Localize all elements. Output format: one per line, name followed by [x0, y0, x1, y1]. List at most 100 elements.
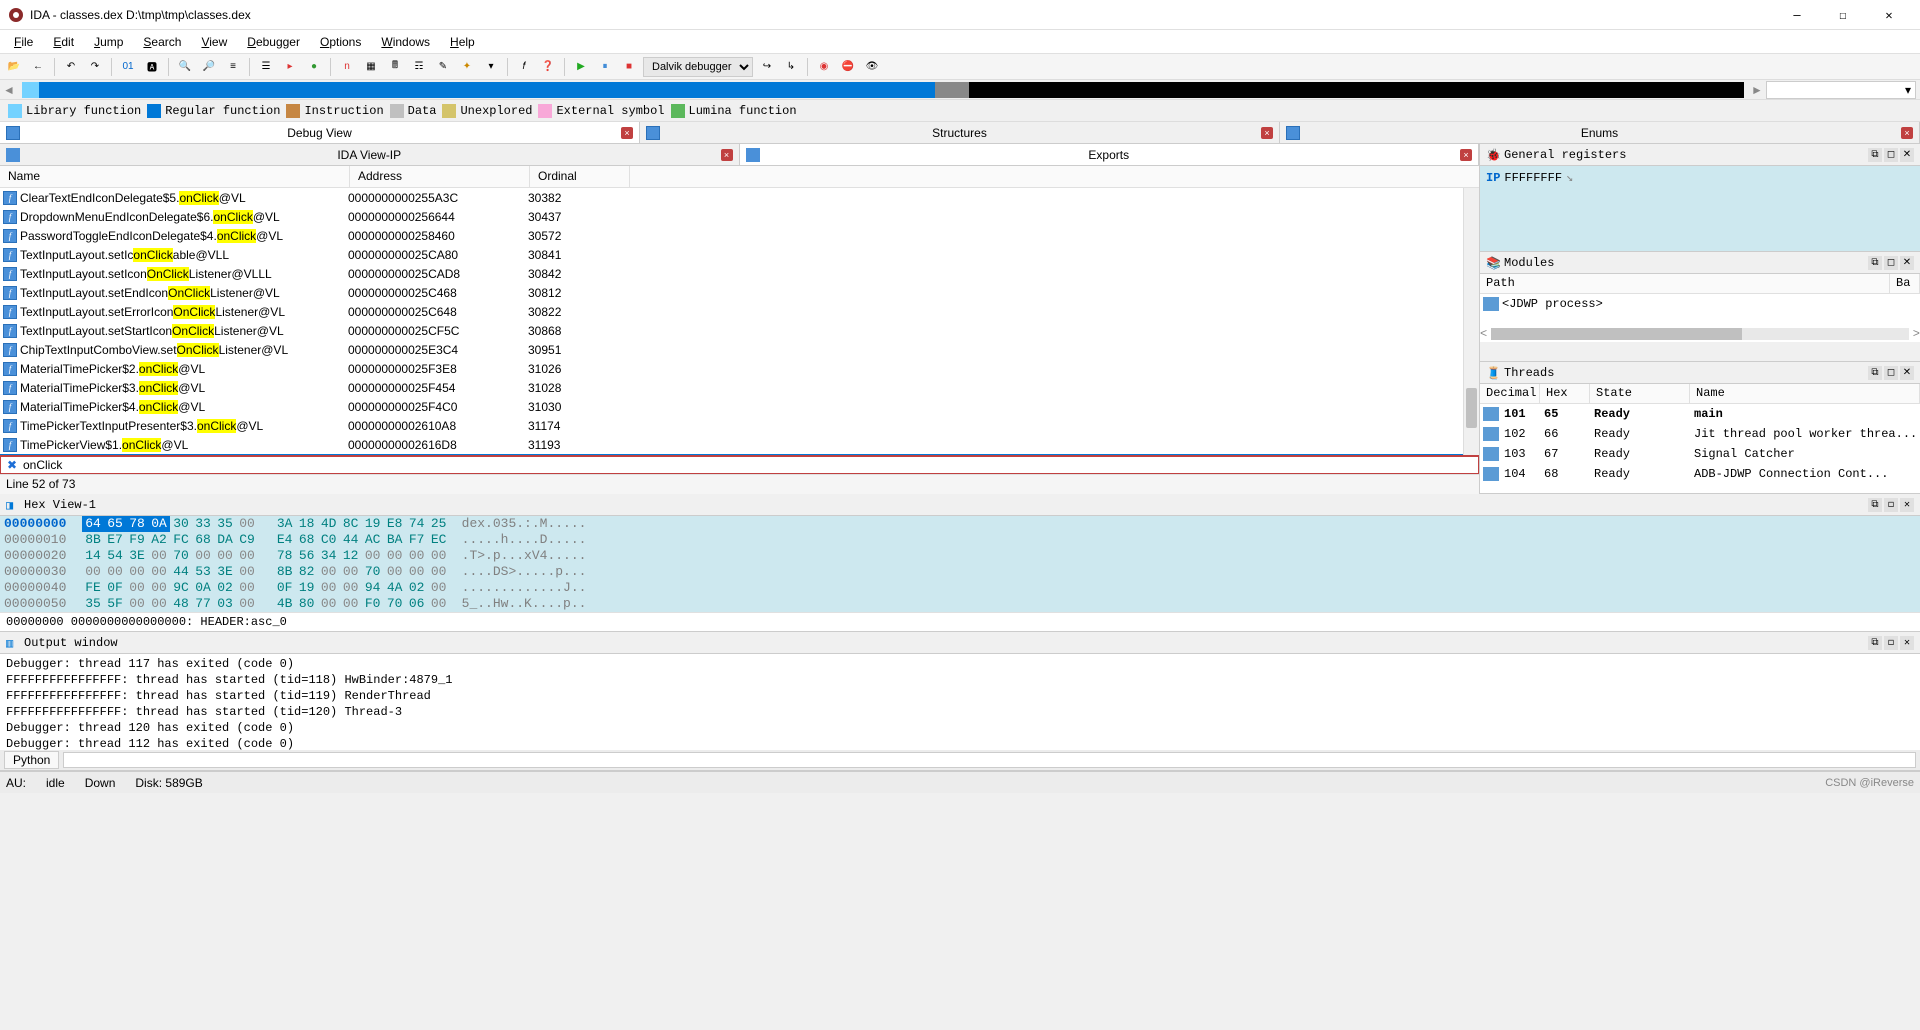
more-icon[interactable]: ▾ — [481, 57, 501, 77]
down-icon[interactable]: n — [337, 57, 357, 77]
menu-edit[interactable]: Edit — [45, 33, 82, 51]
hex-footer: 00000000 0000000000000000: HEADER:asc_0 — [0, 612, 1920, 631]
hex-body[interactable]: 00000000 6465780A30333500 3A184D8C19E874… — [0, 516, 1920, 612]
menu-windows[interactable]: Windows — [373, 33, 438, 51]
stop-icon[interactable]: ■ — [619, 57, 639, 77]
legend-item: Library function — [8, 104, 141, 118]
subtab-exports[interactable]: Exports× — [740, 144, 1480, 165]
script-icon[interactable]: 𝑓 — [514, 57, 534, 77]
close-icon[interactable]: × — [1460, 149, 1472, 161]
hex-line[interactable]: 00000020 14543E0070000000 78563412000000… — [4, 548, 1916, 564]
nav-left-icon[interactable]: ◄ — [0, 81, 18, 99]
maximize-button[interactable]: ☐ — [1820, 0, 1866, 30]
table-row[interactable]: fClearTextEndIconDelegate$5.onClick@VL00… — [0, 188, 1479, 207]
thread-icon — [1483, 467, 1499, 481]
thread-row[interactable]: 10266ReadyJit thread pool worker threa..… — [1480, 424, 1920, 444]
clear-search-icon[interactable]: ✖ — [5, 458, 19, 472]
scrollbar[interactable] — [1463, 188, 1479, 455]
table-row[interactable]: fMaterialTimePicker$4.onClick@VL00000000… — [0, 397, 1479, 416]
search-icon[interactable]: 🔎 — [199, 57, 219, 77]
step-into-icon[interactable]: ↳ — [781, 57, 801, 77]
calc-icon[interactable]: 🖩 — [385, 57, 405, 77]
list-icon[interactable]: ☶ — [409, 57, 429, 77]
modules-panel: 📚 Modules ⧉◻✕ PathBa <JDWP process> <> — [1480, 252, 1920, 362]
output-body[interactable]: Debugger: thread 117 has exited (code 0)… — [0, 654, 1920, 750]
table-row[interactable]: fMaterialTimePicker$2.onClick@VL00000000… — [0, 359, 1479, 378]
table-row[interactable]: fTextInputLayout.setEndIconOnClickListen… — [0, 283, 1479, 302]
table-row[interactable]: fTextInputLayout.setStartIconOnClickList… — [0, 321, 1479, 340]
close-icon[interactable]: × — [1261, 127, 1273, 139]
undo-icon[interactable]: ↶ — [61, 57, 81, 77]
tab-structures[interactable]: Structures× — [640, 122, 1280, 143]
search-input[interactable] — [23, 457, 1478, 473]
module-row[interactable]: <JDWP process> — [1480, 294, 1920, 314]
col-address[interactable]: Address — [350, 166, 530, 187]
chart-icon[interactable]: ☰ — [256, 57, 276, 77]
minimize-button[interactable]: — — [1774, 0, 1820, 30]
save-icon[interactable]: ← — [28, 57, 48, 77]
watch-icon[interactable]: 👁 — [862, 57, 882, 77]
hex-line[interactable]: 00000050 355F000048770300 4B800000F07006… — [4, 596, 1916, 612]
bp-icon[interactable]: ◉ — [814, 57, 834, 77]
text-icon[interactable]: 🅰 — [142, 57, 162, 77]
hex-line[interactable]: 00000010 8BE7F9A2FC68DAC9 E468C044ACBAF7… — [4, 532, 1916, 548]
subtab-ida-view-ip[interactable]: IDA View-IP× — [0, 144, 740, 165]
hex-line[interactable]: 00000000 6465780A30333500 3A184D8C19E874… — [4, 516, 1916, 532]
zoom-icon[interactable]: 🔍 — [175, 57, 195, 77]
redo-icon[interactable]: ↷ — [85, 57, 105, 77]
tab-enums[interactable]: Enums× — [1280, 122, 1920, 143]
table-row[interactable]: fMaterialTimePicker$3.onClick@VL00000000… — [0, 378, 1479, 397]
menu-jump[interactable]: Jump — [86, 33, 131, 51]
python-input[interactable] — [63, 752, 1916, 768]
table-row[interactable]: fTextInputLayout.setIconOnClickListener@… — [0, 264, 1479, 283]
bp-list-icon[interactable]: ⛔ — [838, 57, 858, 77]
debugger-select[interactable]: Dalvik debugger — [643, 57, 753, 77]
run-icon[interactable]: ▶ — [571, 57, 591, 77]
flag-icon-red[interactable]: ▸ — [280, 57, 300, 77]
col-name[interactable]: Name — [0, 166, 350, 187]
close-panel-icon[interactable]: ✕ — [1900, 148, 1914, 162]
table-row[interactable]: fTextInputLayout.setErrorIconOnClickList… — [0, 302, 1479, 321]
close-icon[interactable]: × — [621, 127, 633, 139]
menu-debugger[interactable]: Debugger — [239, 33, 308, 51]
menu-file[interactable]: File — [6, 33, 41, 51]
close-icon[interactable]: × — [721, 149, 733, 161]
thread-row[interactable]: 10165Readymain — [1480, 404, 1920, 424]
edit-icon[interactable]: ✎ — [433, 57, 453, 77]
thread-row[interactable]: 10367ReadySignal Catcher — [1480, 444, 1920, 464]
binary-icon[interactable]: 01 — [118, 57, 138, 77]
table-row[interactable]: fChipTextInputComboView.setOnClickListen… — [0, 340, 1479, 359]
nav-dropdown[interactable]: ▾ — [1766, 81, 1916, 99]
max-icon[interactable]: ◻ — [1884, 148, 1898, 162]
flag-icon-green[interactable]: ● — [304, 57, 324, 77]
pause-icon[interactable]: ⏸ — [595, 57, 615, 77]
table-row[interactable]: fPasswordToggleEndIconDelegate$4.onClick… — [0, 226, 1479, 245]
star-icon[interactable]: ✦ — [457, 57, 477, 77]
blocks-icon[interactable]: ▦ — [361, 57, 381, 77]
thread-row[interactable]: 10468ReadyADB-JDWP Connection Cont... — [1480, 464, 1920, 484]
exports-panel: IDA View-IP×Exports× Name Address Ordina… — [0, 144, 1480, 494]
hex-line[interactable]: 00000040 FE0F00009C0A0200 0F190000944A02… — [4, 580, 1916, 596]
menu-options[interactable]: Options — [312, 33, 369, 51]
question-icon[interactable]: ❓ — [538, 57, 558, 77]
undock-icon[interactable]: ⧉ — [1868, 148, 1882, 162]
python-button[interactable]: Python — [4, 751, 59, 769]
col-ordinal[interactable]: Ordinal — [530, 166, 630, 187]
menu-help[interactable]: Help — [442, 33, 483, 51]
menu-search[interactable]: Search — [135, 33, 189, 51]
menu-view[interactable]: View — [193, 33, 235, 51]
close-button[interactable]: ✕ — [1866, 0, 1912, 30]
table-row[interactable]: fTextInputLayout.setIconClickable@VLL000… — [0, 245, 1479, 264]
table-row[interactable]: fTimePickerView$1.onClick@VL000000000026… — [0, 435, 1479, 454]
goto-icon[interactable]: ≡ — [223, 57, 243, 77]
nav-track[interactable] — [22, 82, 1744, 98]
nav-right-icon[interactable]: ► — [1748, 81, 1766, 99]
table-row[interactable]: fMainActivity$1.onClick@VL000000000026C6… — [0, 454, 1479, 455]
hex-line[interactable]: 00000030 0000000044533E00 8B820000700000… — [4, 564, 1916, 580]
table-row[interactable]: fTimePickerTextInputPresenter$3.onClick@… — [0, 416, 1479, 435]
open-icon[interactable]: 📂 — [4, 57, 24, 77]
close-icon[interactable]: × — [1901, 127, 1913, 139]
table-row[interactable]: fDropdownMenuEndIconDelegate$6.onClick@V… — [0, 207, 1479, 226]
step-over-icon[interactable]: ↪ — [757, 57, 777, 77]
tab-debug-view[interactable]: Debug View× — [0, 122, 640, 143]
